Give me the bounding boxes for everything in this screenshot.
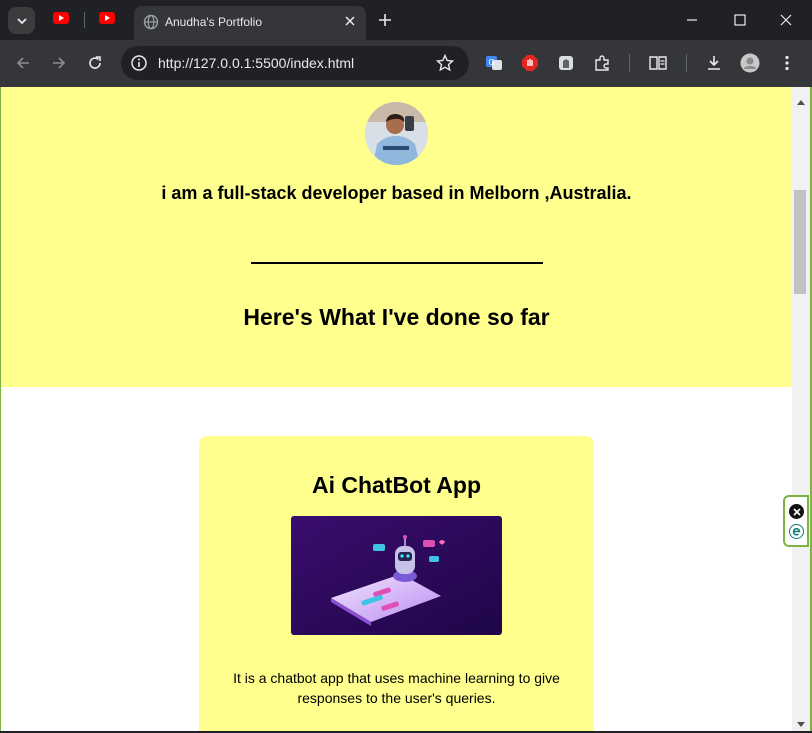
info-icon[interactable] — [130, 54, 148, 77]
extension-icon[interactable] — [556, 53, 576, 73]
tab-search-icon[interactable] — [8, 7, 35, 34]
widget-close-icon[interactable] — [789, 504, 804, 519]
translate-icon[interactable]: G — [484, 53, 504, 73]
profile-icon[interactable] — [740, 53, 760, 73]
tab-active[interactable]: Anudha's Portfolio — [134, 6, 366, 40]
svg-text:G: G — [489, 58, 495, 67]
minimize-icon[interactable] — [682, 10, 702, 30]
back-icon[interactable] — [12, 52, 34, 74]
puzzle-icon[interactable] — [592, 53, 612, 73]
youtube-icon — [53, 12, 69, 24]
close-icon[interactable] — [341, 12, 359, 30]
project-card[interactable]: Ai ChatBot App It is a chatbot app that … — [199, 436, 594, 731]
avatar — [365, 102, 428, 165]
adblock-icon[interactable] — [520, 53, 540, 73]
plus-icon[interactable] — [376, 11, 394, 29]
scroll-down-icon[interactable] — [797, 715, 805, 733]
section-divider — [251, 262, 543, 264]
tab-youtube-2[interactable] — [99, 12, 115, 24]
tab-youtube-1[interactable] — [53, 12, 69, 24]
youtube-icon — [99, 12, 115, 24]
scroll-thumb[interactable] — [794, 190, 806, 294]
project-image — [291, 516, 502, 635]
forward-icon[interactable] — [48, 52, 70, 74]
page-scrollbar[interactable] — [792, 87, 810, 731]
toolbar-separator — [686, 54, 687, 72]
page-viewport: i am a full-stack developer based in Mel… — [1, 87, 792, 731]
toolbar-separator — [629, 54, 630, 72]
hero-tagline: i am a full-stack developer based in Mel… — [161, 183, 632, 203]
hero-section: i am a full-stack developer based in Mel… — [1, 87, 792, 387]
reload-icon[interactable] — [84, 52, 106, 74]
project-title: Ai ChatBot App — [311, 472, 482, 498]
star-icon[interactable] — [435, 53, 455, 77]
window-close-icon[interactable] — [776, 10, 796, 30]
projects-heading: Here's What I've done so far — [243, 304, 550, 330]
tab-title: Anudha's Portfolio — [165, 15, 263, 29]
url-text[interactable]: http://127.0.0.1:5500/index.html — [158, 55, 354, 71]
address-bar[interactable]: http://127.0.0.1:5500/index.html — [121, 46, 469, 80]
scroll-up-icon[interactable] — [797, 92, 805, 110]
tab-separator — [84, 12, 85, 28]
widget-app-icon[interactable] — [789, 524, 804, 539]
maximize-icon[interactable] — [730, 10, 750, 30]
reading-list-icon[interactable] — [648, 53, 668, 73]
browser-toolbar: http://127.0.0.1:5500/index.html G — [0, 40, 812, 87]
more-icon[interactable] — [777, 53, 797, 73]
project-description: It is a chatbot app that uses machine le… — [233, 670, 560, 706]
globe-icon — [143, 14, 159, 35]
download-icon[interactable] — [704, 53, 724, 73]
tab-bar: Anudha's Portfolio — [0, 0, 812, 40]
side-extension-widget — [783, 495, 809, 547]
